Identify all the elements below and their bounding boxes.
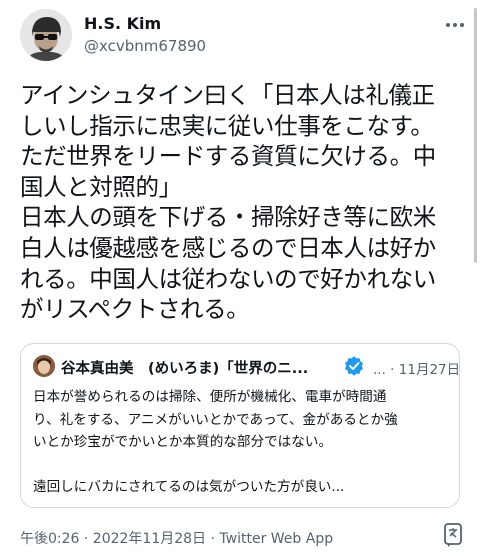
quoted-line: り、礼をする、アニメがいいとかであって、金があるとか強 (33, 411, 398, 428)
quoted-meta: ... · 11月27日 (373, 362, 461, 378)
quoted-line: 遠回しにバカにされてるのは気がついた方が良い... (33, 479, 345, 495)
more-icon[interactable] (443, 16, 467, 34)
quoted-line: 日本が誉められるのは掃除、便所が機械化、電車が時間通 (33, 389, 387, 405)
scrollbar[interactable] (474, 8, 477, 263)
tweet-line: 白人は優越感を感じるので日本人は好か (20, 233, 436, 262)
translate-icon[interactable] (441, 522, 465, 548)
verified-badge-icon (344, 356, 364, 376)
tweet-line: がリスペクトされる。 (20, 295, 250, 324)
quoted-author-name: 谷本真由美 (めいろま)「世界のニ... (61, 361, 309, 377)
tweet-line: アインシュタイン曰く「日本人は礼儀正 (20, 81, 435, 109)
quoted-dots: ... (373, 362, 386, 378)
tweet-timestamp[interactable]: 午後0:26 · 2022年11月28日 · Twitter Web App (20, 528, 333, 548)
author-name[interactable]: H.S. Kim (84, 14, 161, 33)
quoted-date: 11月27日 (398, 362, 461, 378)
tweet-line: 日本人の頭を下げる・掃除好き等に欧米 (20, 203, 436, 232)
quoted-line: いとか珍宝がでかいとか本質的な部分ではない。 (33, 434, 333, 450)
tweet-line: ただ世界をリードする資質に欠ける。中 (20, 142, 436, 171)
quoted-author-avatar (33, 355, 55, 377)
quoted-body: 日本が誉められるのは掃除、便所が機械化、電車が時間通 り、礼をする、アニメがいい… (33, 386, 458, 499)
tweet-text: アインシュタイン曰く「日本人は礼儀正 しいし指示に忠実に従い仕事をこなす。 ただ… (20, 80, 478, 325)
tweet-line: れる。中国人は従わないので好かれない (20, 264, 436, 293)
tweet-line: しいし指示に忠実に従い仕事をこなす。 (20, 111, 434, 140)
author-handle[interactable]: @xcvbnm67890 (84, 37, 206, 55)
quoted-tweet[interactable]: 谷本真由美 (めいろま)「世界のニ... ... · 11月27日 日本が誉めら… (20, 343, 460, 508)
tweet-line: 国人と対照的」 (20, 172, 182, 201)
quoted-blank-line (33, 454, 458, 477)
author-avatar[interactable] (20, 9, 72, 61)
